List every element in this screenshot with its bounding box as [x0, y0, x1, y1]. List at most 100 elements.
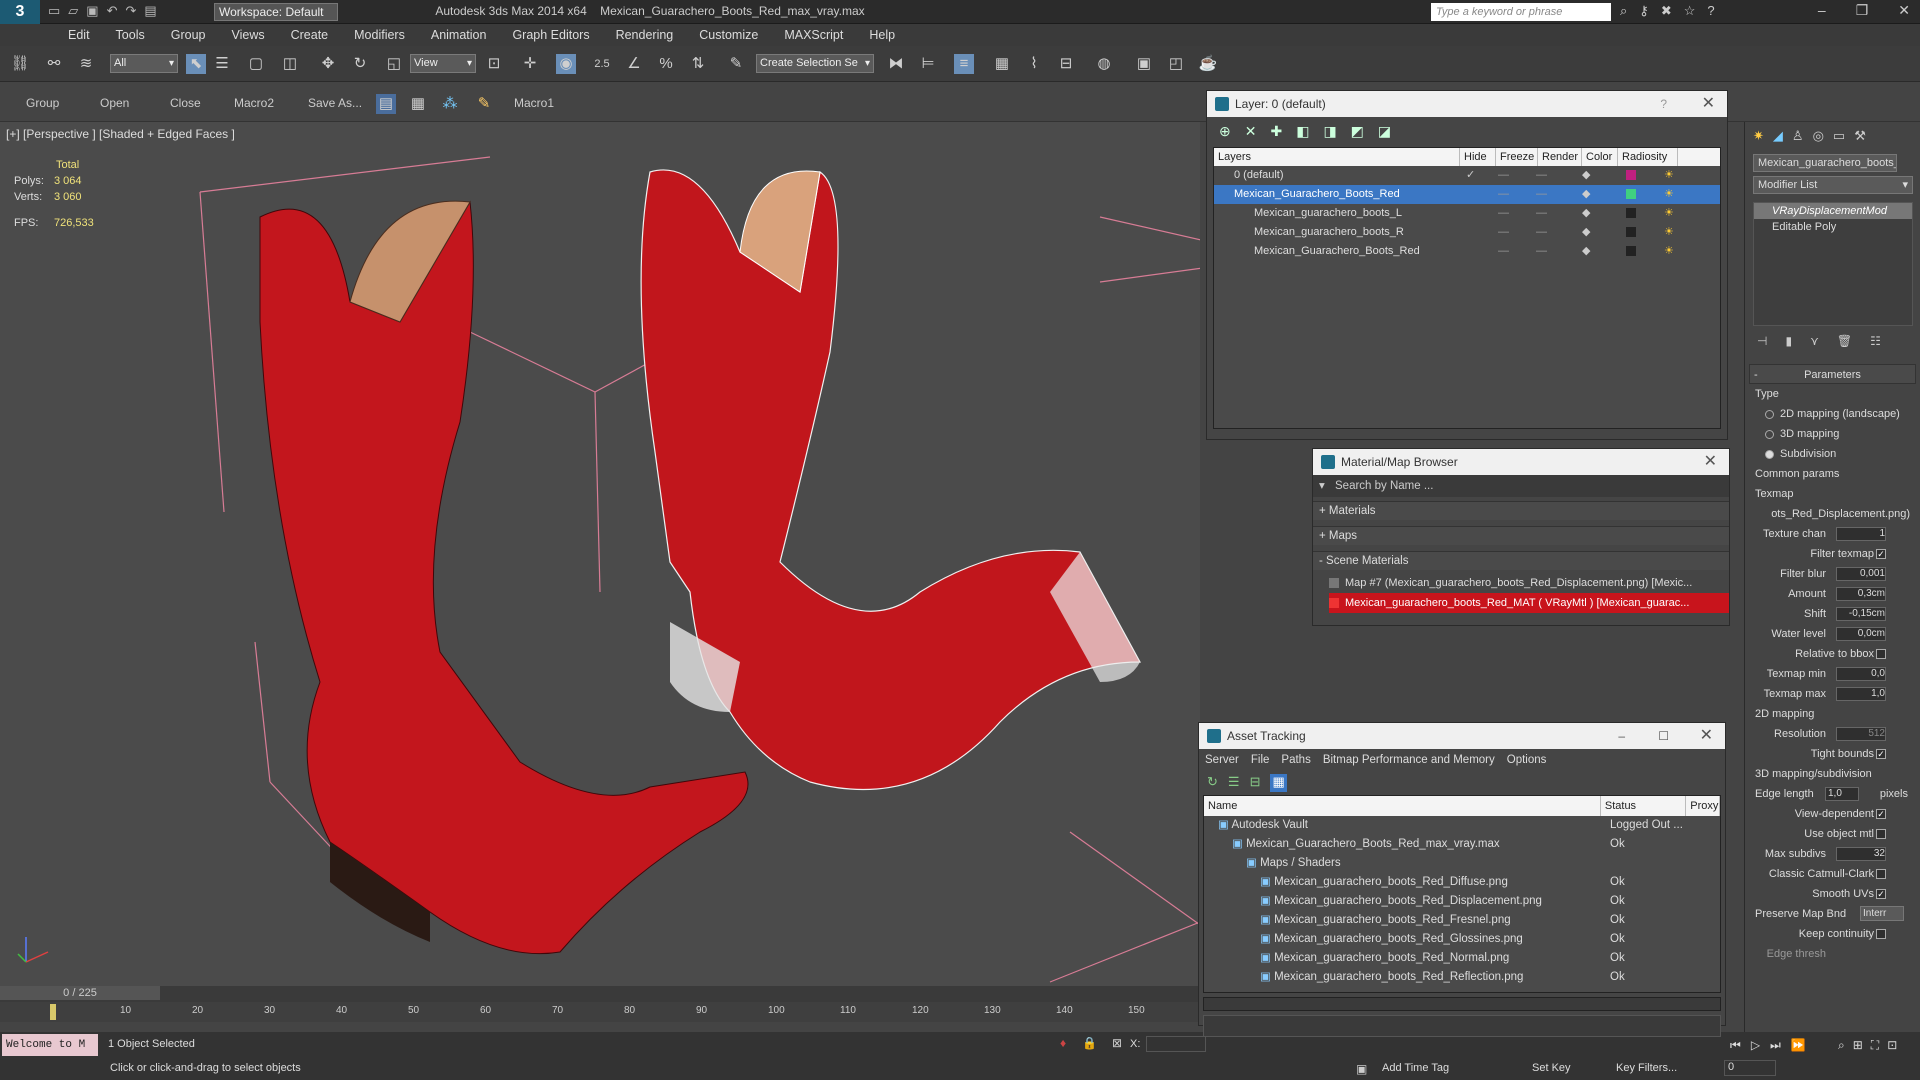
layer-color-swatch[interactable] [1626, 246, 1636, 256]
notes-icon[interactable]: ▦ [408, 94, 428, 114]
edge-length-spinner[interactable]: 1,0 [1825, 787, 1859, 801]
menu-graph-editors[interactable]: Graph Editors [499, 24, 602, 46]
graphite-ribbon-icon[interactable]: ▦ [992, 54, 1012, 74]
set-key-button[interactable]: Set Key [1532, 1062, 1571, 1074]
asset-row[interactable]: ▣ Mexican_Guarachero_Boots_Red_max_vray.… [1204, 835, 1720, 854]
hide-toggle[interactable]: — [1498, 242, 1509, 261]
layer-row[interactable]: Mexican_guarachero_boots_R — — ◆ ☀ [1214, 223, 1720, 242]
preserve-map-dropdown[interactable]: Interr [1860, 906, 1904, 921]
help-icon[interactable]: ? [1707, 3, 1714, 19]
menu-help[interactable]: Help [856, 24, 908, 46]
play-icon[interactable]: ▷ [1751, 1038, 1760, 1053]
param-checkbox[interactable]: ✓ [1876, 549, 1886, 559]
minimize-icon[interactable]: – [1818, 2, 1826, 19]
add-to-layer-icon[interactable]: ✚ [1270, 123, 1282, 141]
param-spinner[interactable]: 0,001 [1836, 567, 1886, 581]
asset-row[interactable]: ▣ Maps / Shaders [1204, 854, 1720, 873]
add-time-tag[interactable]: Add Time Tag [1382, 1062, 1449, 1074]
track-bar[interactable]: 10 20 30 40 50 60 70 80 90 100 110 120 130 140 150 [0, 1002, 1200, 1022]
asset-path-field[interactable] [1203, 1015, 1721, 1037]
param-checkbox[interactable] [1876, 829, 1886, 839]
go-to-end-icon[interactable]: ⏩ [1791, 1038, 1806, 1053]
param-checkbox[interactable] [1876, 869, 1886, 879]
render-production-icon[interactable]: ☕ [1198, 54, 1218, 74]
layer-row[interactable]: 0 (default) ✓ — — ◆ ☀ [1214, 166, 1720, 185]
tight-bounds-checkbox[interactable]: Tight bounds ✓ [1755, 744, 1910, 764]
param-spinner[interactable]: 0,0cm [1836, 627, 1886, 641]
search-input[interactable]: Type a keyword or phrase [1431, 3, 1611, 21]
unlink-icon[interactable]: ⚯ [44, 54, 64, 74]
group-button[interactable]: Group [26, 96, 59, 110]
selection-filter-dropdown[interactable]: All [110, 54, 178, 73]
key-filters-button[interactable]: Key Filters... [1616, 1062, 1677, 1074]
zoom-extents-icon[interactable]: ⛶ [1871, 1038, 1879, 1053]
scale-icon[interactable]: ◱ [384, 54, 404, 74]
color-balls-icon[interactable]: ⁂ [440, 94, 460, 114]
radiosity-icon[interactable]: ☀ [1664, 204, 1674, 223]
close-icon[interactable]: ✕ [1898, 2, 1910, 19]
object-name-field[interactable]: Mexican_guarachero_boots_l [1753, 154, 1897, 172]
layer-panel-header[interactable]: Layer: 0 (default)? ✕ [1207, 91, 1727, 117]
link-icon[interactable]: ⛓ [10, 54, 30, 74]
asset-row[interactable]: ▣ Mexican_guarachero_boots_Red_Normal.pn… [1204, 949, 1720, 968]
create-tab-icon[interactable]: ✷ [1753, 128, 1764, 144]
remove-modifier-icon[interactable]: 🗑 [1837, 334, 1852, 348]
col-proxy[interactable]: Proxy [1686, 796, 1720, 816]
current-layer-check[interactable]: ✓ [1466, 166, 1475, 185]
delete-layer-icon[interactable]: ✕ [1245, 123, 1257, 141]
isolate-icon[interactable]: ♦ [1060, 1036, 1066, 1050]
radiosity-icon[interactable]: ☀ [1664, 166, 1674, 185]
angle-snap-icon[interactable]: ∠ [624, 54, 644, 74]
radiosity-icon[interactable]: ☀ [1664, 185, 1674, 204]
keep-continuity-checkbox[interactable]: Keep continuity [1755, 924, 1910, 944]
menu-create[interactable]: Create [278, 24, 342, 46]
mirror-icon[interactable]: ⧓ [886, 54, 906, 74]
highlight-layer-icon[interactable]: ◨ [1323, 123, 1336, 141]
menu-maxscript[interactable]: MAXScript [771, 24, 856, 46]
percent-snap-icon[interactable]: % [656, 54, 676, 74]
material-search-input[interactable]: ▾ Search by Name ... [1313, 475, 1729, 497]
show-end-result-icon[interactable]: ▮ [1785, 334, 1792, 348]
pin-stack-icon[interactable]: ⊣ [1757, 334, 1767, 348]
col-radiosity[interactable]: Radiosity [1618, 148, 1678, 166]
snaps-toggle-icon[interactable]: 2.5 [592, 54, 612, 74]
layer-color-swatch[interactable] [1626, 227, 1636, 237]
next-frame-icon[interactable]: ⏭ [1770, 1038, 1781, 1053]
layer-row[interactable]: Mexican_guarachero_boots_L — — ◆ ☀ [1214, 204, 1720, 223]
schematic-view-icon[interactable]: ⊟ [1056, 54, 1076, 74]
menu-group[interactable]: Group [158, 24, 219, 46]
col-layers[interactable]: Layers [1214, 148, 1460, 166]
asset-horizontal-scrollbar[interactable] [1203, 997, 1721, 1011]
col-status[interactable]: Status [1601, 796, 1687, 816]
asset-row[interactable]: ▣ Mexican_guarachero_boots_Red_Reflectio… [1204, 968, 1720, 987]
param-spinner[interactable]: 0,0 [1836, 667, 1886, 681]
display-tab-icon[interactable]: ▭ [1833, 128, 1845, 144]
material-editor-icon[interactable]: ◍ [1094, 54, 1114, 74]
type-3d-radio[interactable]: 3D mapping [1755, 424, 1910, 444]
open-group-button[interactable]: Open [100, 96, 129, 110]
hide-toggle[interactable]: — [1498, 204, 1509, 223]
configure-sets-icon[interactable]: ☷ [1870, 334, 1881, 348]
asset-menu-server[interactable]: Server [1199, 749, 1245, 771]
scene-materials-group[interactable]: - Scene Materials [1313, 551, 1729, 570]
col-hide[interactable]: Hide [1460, 148, 1496, 166]
named-selection-dropdown[interactable]: Create Selection Se [756, 54, 874, 73]
menu-animation[interactable]: Animation [418, 24, 500, 46]
current-frame-marker[interactable] [50, 1004, 56, 1020]
freeze-toggle[interactable]: — [1536, 204, 1547, 223]
asset-menu-options[interactable]: Options [1501, 749, 1553, 771]
pivot-center-icon[interactable]: ⊡ [484, 54, 504, 74]
create-layer-icon[interactable]: ⊕ [1219, 123, 1231, 141]
asset-menu-paths[interactable]: Paths [1275, 749, 1316, 771]
param-spinner[interactable]: 32 [1836, 847, 1886, 861]
param-checkbox[interactable]: ✓ [1876, 809, 1886, 819]
close-group-button[interactable]: Close [170, 96, 201, 110]
radiosity-icon[interactable]: ☀ [1664, 223, 1674, 242]
asset-menu-bitmap-performance-and-memory[interactable]: Bitmap Performance and Memory [1317, 749, 1501, 771]
motion-tab-icon[interactable]: ◎ [1813, 128, 1824, 144]
asset-menu-file[interactable]: File [1245, 749, 1276, 771]
maxscript-listener[interactable]: Welcome to M [2, 1034, 98, 1056]
hide-toggle[interactable]: — [1498, 223, 1509, 242]
asset-row[interactable]: ▣ Mexican_guarachero_boots_Red_Displacem… [1204, 892, 1720, 911]
minimize-icon[interactable]: – [1618, 723, 1625, 749]
